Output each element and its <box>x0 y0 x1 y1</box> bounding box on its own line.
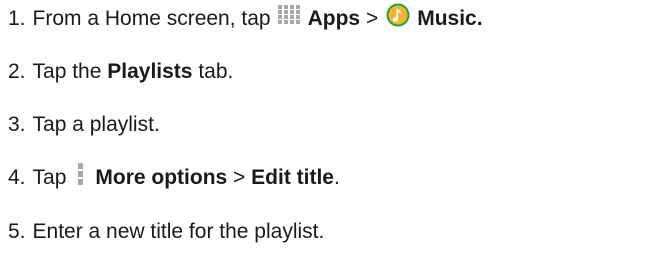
separator: > <box>233 166 246 189</box>
apps-grid-icon <box>277 5 300 33</box>
step-5: 5. Enter a new title for the playlist. <box>8 218 324 246</box>
music-note-icon <box>386 3 410 35</box>
step-3: 3. Tap a playlist. <box>8 111 160 139</box>
more-options-label: More options <box>95 166 228 189</box>
playlists-label: Playlists <box>107 60 193 83</box>
apps-label: Apps <box>307 7 361 30</box>
step-text-end: tab. <box>198 60 234 83</box>
step-text: Enter a new title for the playlist. <box>32 220 325 243</box>
edit-title-label: Edit title <box>251 166 334 189</box>
instruction-steps: 1. From a Home screen, tap Apps > Music. <box>0 0 655 264</box>
step-number: 3. <box>8 113 26 136</box>
step-number: 4. <box>8 166 26 189</box>
separator: > <box>365 7 379 30</box>
music-label: Music. <box>417 7 483 30</box>
step-period: . <box>334 166 340 189</box>
step-2: 2. Tap the Playlists tab. <box>8 58 233 86</box>
step-4: 4. Tap More options > Edit title . <box>8 163 340 193</box>
step-text: From a Home screen, tap <box>32 7 271 30</box>
step-text: Tap a playlist. <box>32 113 160 136</box>
step-text: Tap <box>32 166 67 189</box>
step-text: Tap the <box>32 60 102 83</box>
step-number: 1. <box>8 7 26 30</box>
step-1: 1. From a Home screen, tap Apps > Music. <box>8 3 483 35</box>
step-number: 5. <box>8 220 26 243</box>
step-number: 2. <box>8 60 26 83</box>
more-options-icon <box>78 163 84 193</box>
